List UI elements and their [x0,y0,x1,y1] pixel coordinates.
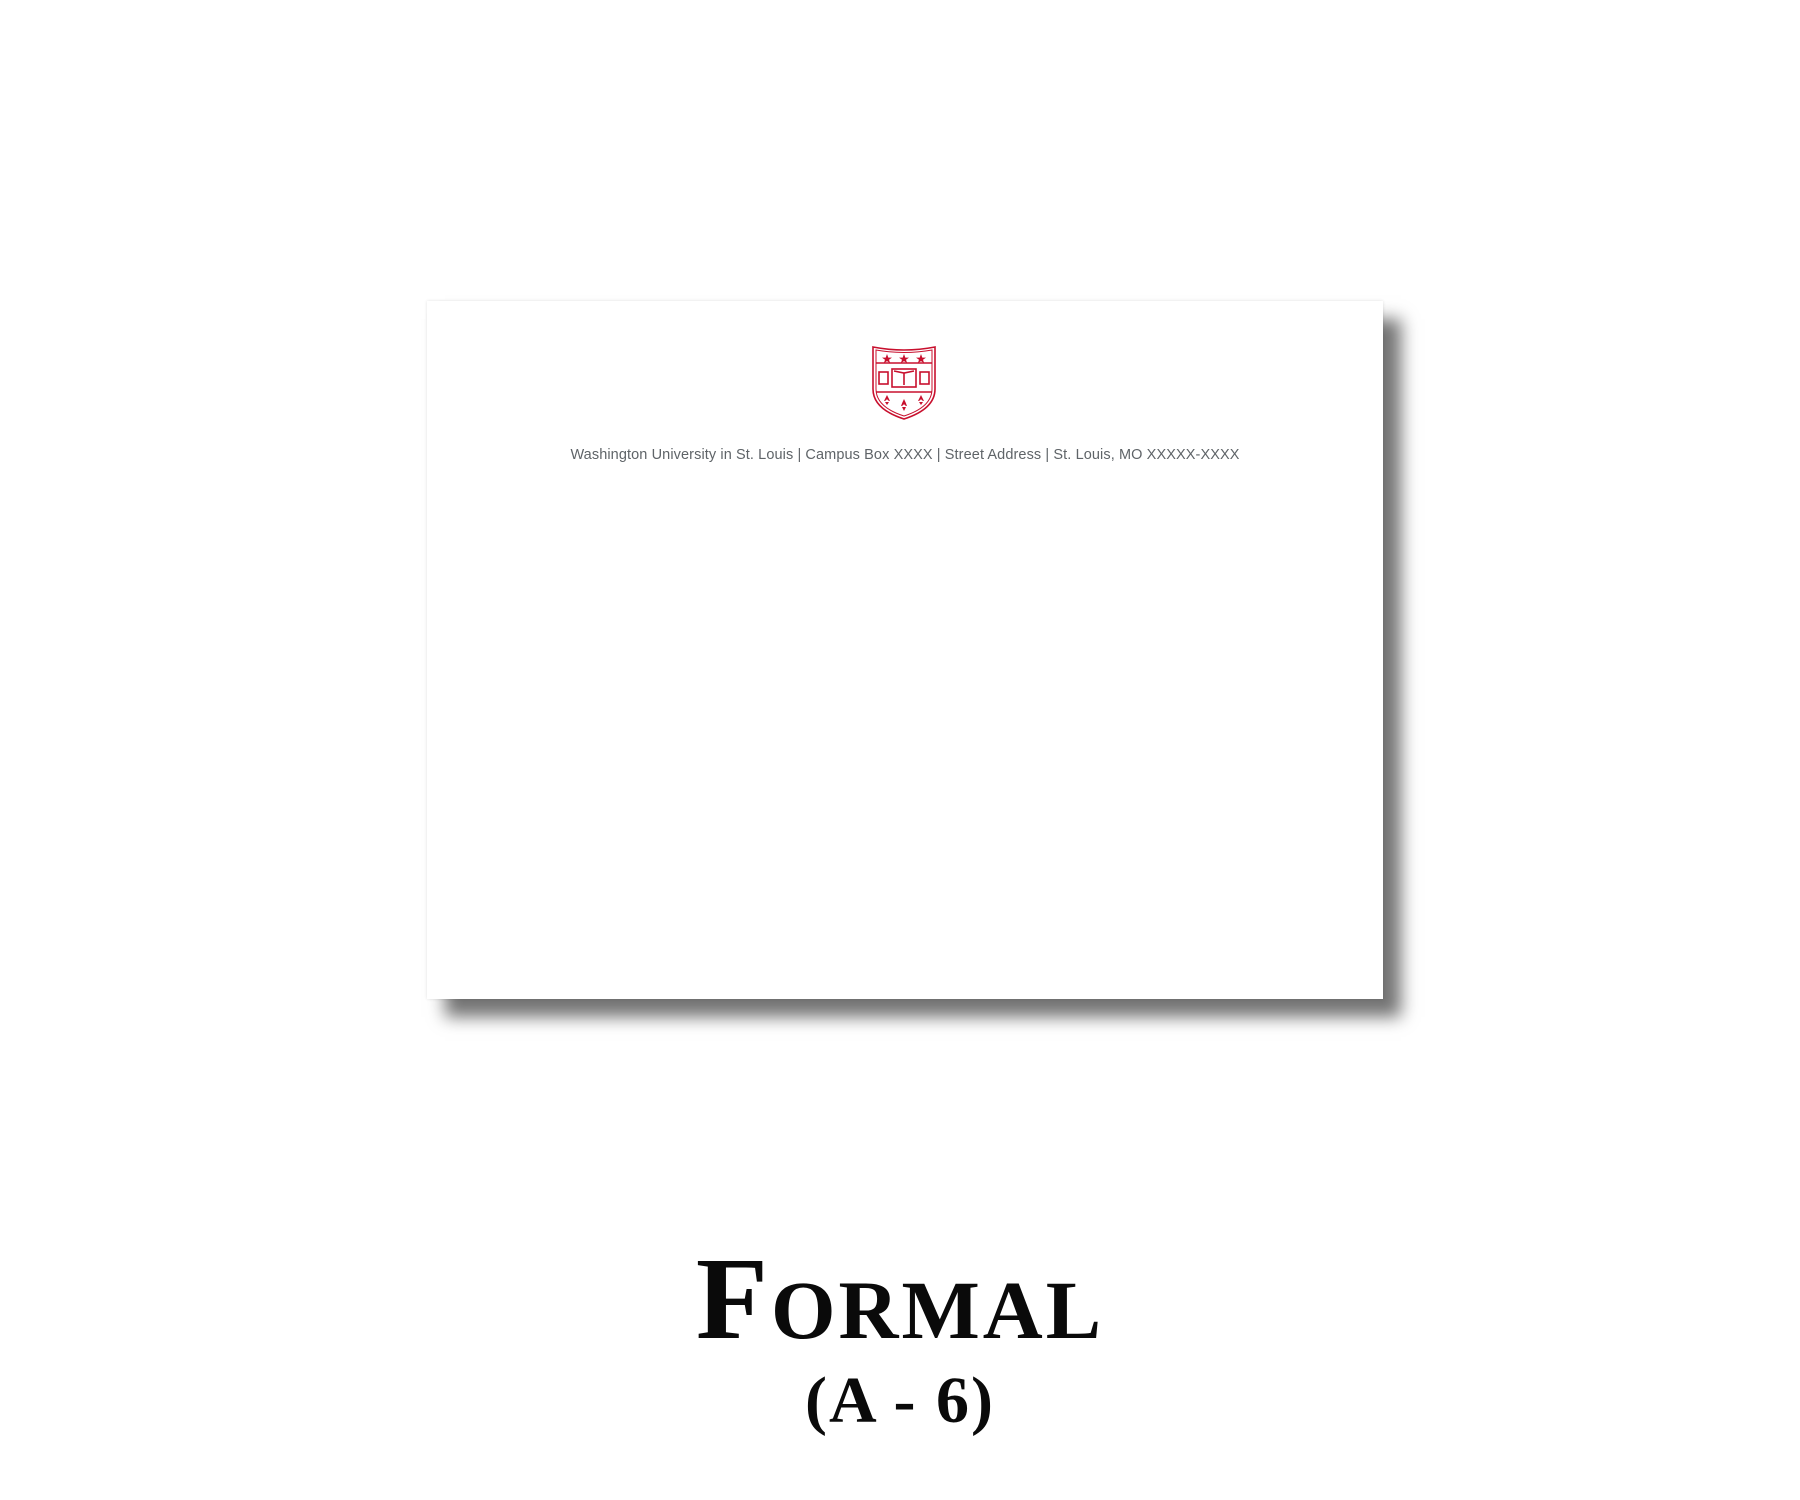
product-title: Formal [695,1233,1105,1364]
university-shield-icon [872,346,936,420]
product-size-label: (A - 6) [805,1364,995,1437]
stationery-card-preview: Washington University in St. Louis | Cam… [427,301,1383,999]
letterhead-address-line: Washington University in St. Louis | Cam… [570,447,1240,463]
